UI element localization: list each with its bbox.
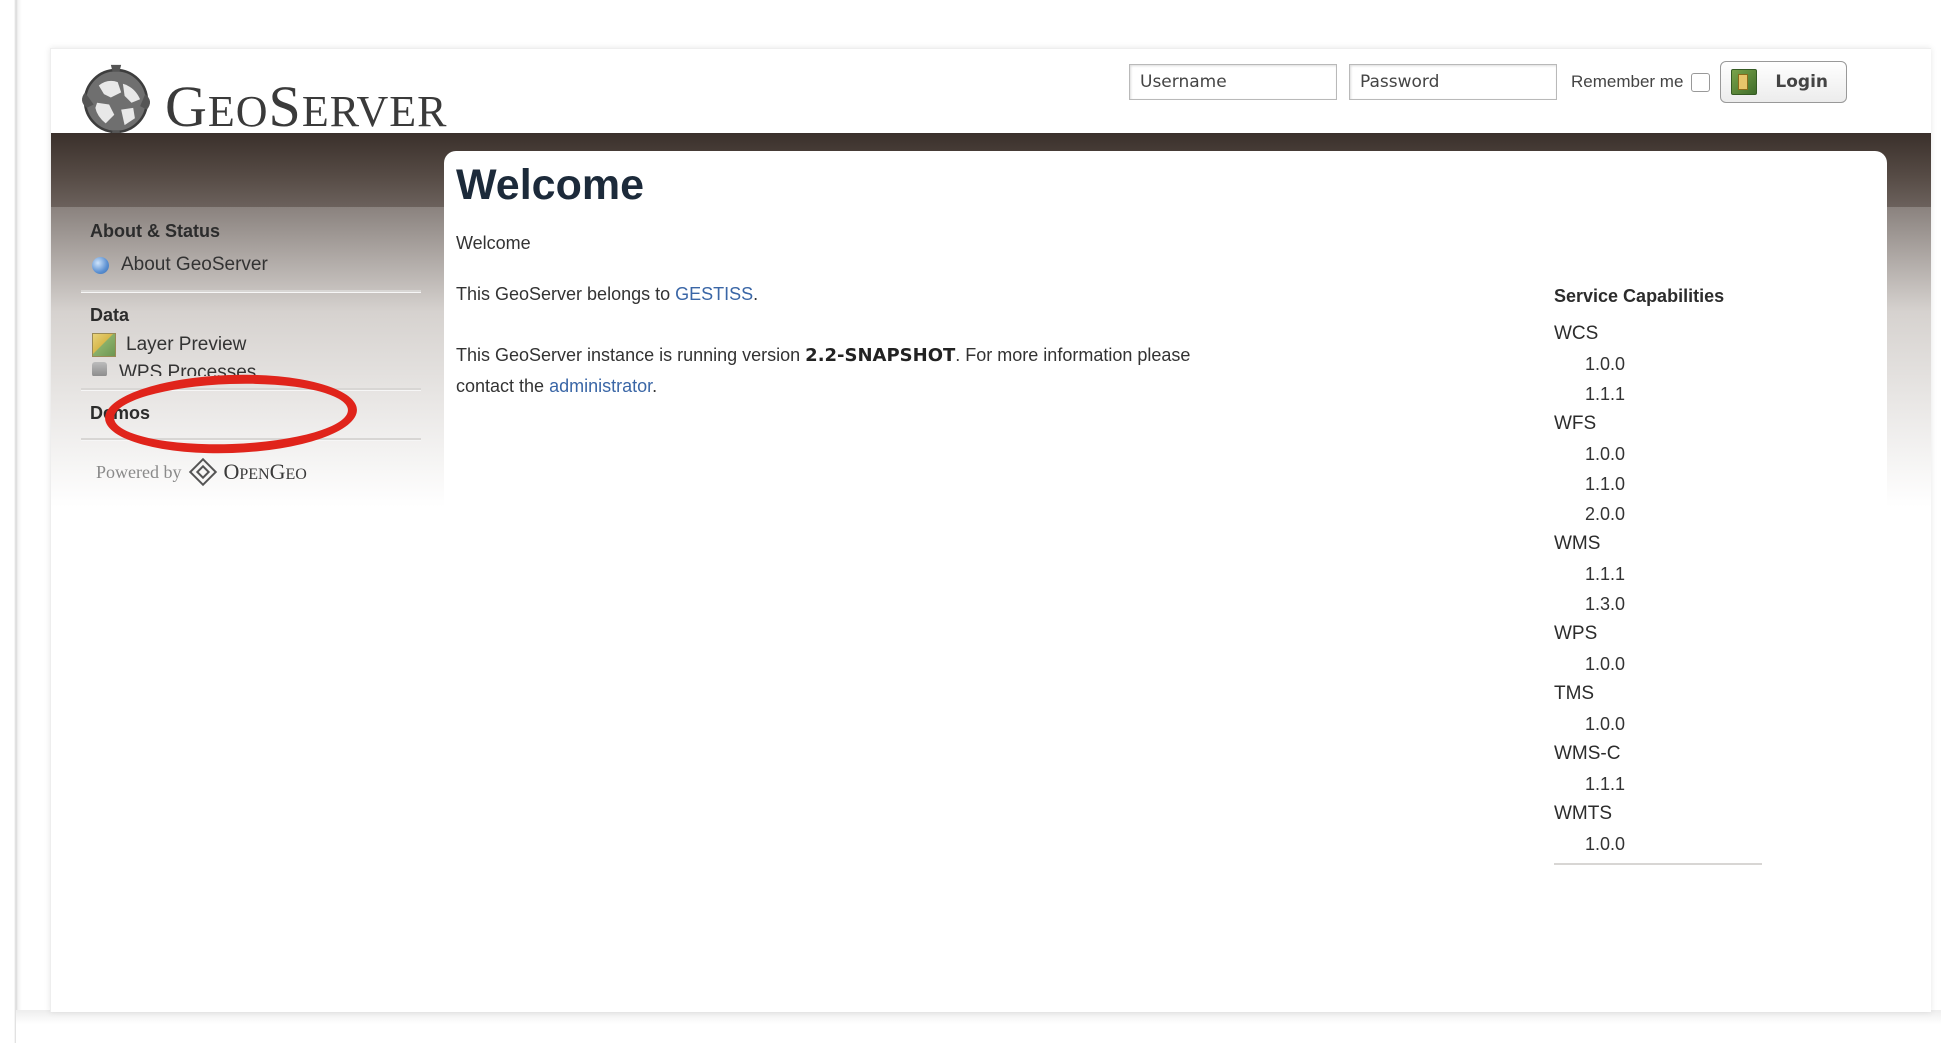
capability-service-wfs: WFS	[1554, 413, 1597, 434]
login-button[interactable]: Login	[1720, 61, 1848, 103]
process-icon	[92, 362, 107, 376]
capability-version-link[interactable]: 1.1.1	[1554, 379, 1764, 409]
administrator-link[interactable]: administrator	[549, 376, 652, 396]
service-capabilities-list: WCS 1.0.0 1.1.1 WFS 1.0.0 1.1.0 2.0.0 WMS 1.1.1 1…	[1554, 319, 1764, 859]
globe-icon	[92, 256, 109, 274]
capability-version-link[interactable]: 1.1.1	[1554, 769, 1764, 799]
password-input[interactable]	[1349, 64, 1557, 100]
gestiss-link[interactable]: GESTISS	[675, 284, 753, 304]
capability-version-link[interactable]: 1.0.0	[1554, 709, 1764, 739]
main-content: Welcome Welcome This GeoServer belongs t…	[444, 151, 1887, 1012]
geoserver-logo[interactable]: GEOSERVER	[73, 61, 448, 141]
sidebar-item-about-geoserver[interactable]: About GeoServer	[81, 254, 421, 276]
powered-by-opengeo[interactable]: Powered by OPENGEO	[81, 457, 421, 487]
capability-service-wms-c: WMS-C	[1554, 743, 1621, 764]
belongs-text: This GeoServer belongs to GESTISS.	[456, 284, 759, 304]
screenshot-frame-edge	[0, 0, 22, 1043]
capability-version-link[interactable]: 1.0.0	[1554, 439, 1764, 469]
login-door-icon	[1731, 69, 1758, 95]
opengeo-wordmark: OPENGEO	[223, 459, 307, 484]
capability-service-wcs: WCS	[1554, 323, 1599, 344]
capability-service-wps: WPS	[1554, 623, 1598, 644]
remember-me-label: Remember me	[1571, 72, 1684, 91]
capability-service-tms: TMS	[1554, 683, 1595, 704]
welcome-text: Welcome	[456, 233, 531, 253]
opengeo-logo-icon	[189, 457, 218, 487]
capabilities-divider	[1554, 863, 1762, 865]
sidebar-divider	[81, 290, 421, 293]
powered-by-label: Powered by	[96, 461, 182, 482]
version-text: This GeoServer instance is running versi…	[456, 345, 1191, 396]
service-capabilities-title: Service Capabilities	[1554, 286, 1725, 306]
login-button-label: Login	[1775, 72, 1829, 92]
capability-version-link[interactable]: 1.0.0	[1554, 349, 1764, 379]
sidebar-item-label: Layer Preview	[126, 334, 247, 355]
capability-version-link[interactable]: 1.0.0	[1554, 649, 1764, 679]
capability-version-link[interactable]: 1.3.0	[1554, 589, 1764, 619]
sidebar-item-label: About GeoServer	[121, 254, 268, 275]
service-capabilities-panel: Service Capabilities WCS 1.0.0 1.1.1 WFS 1.0…	[1554, 281, 1764, 865]
capability-version-link[interactable]: 1.0.0	[1554, 829, 1764, 859]
screenshot-frame-bottom	[16, 1010, 1941, 1043]
layer-preview-icon	[92, 333, 116, 357]
sidebar-heading-about-status: About & Status	[90, 221, 220, 241]
capability-service-wms: WMS	[1554, 533, 1601, 554]
geoserver-page: GEOSERVER Remember me Login About & Stat…	[50, 48, 1931, 1012]
login-form: Remember me Login	[1129, 61, 1848, 103]
remember-me-checkbox[interactable]	[1691, 72, 1711, 92]
page-title: Welcome	[456, 161, 644, 209]
sidebar-heading-data: Data	[90, 305, 130, 325]
header: GEOSERVER Remember me Login	[51, 49, 1931, 139]
geoserver-wordmark: GEOSERVER	[165, 73, 448, 139]
capability-service-wmts: WMTS	[1554, 803, 1613, 824]
geoserver-globe-icon	[81, 64, 151, 139]
capability-version-link[interactable]: 1.1.1	[1554, 559, 1764, 589]
capability-version-link[interactable]: 1.1.0	[1554, 469, 1764, 499]
username-input[interactable]	[1129, 64, 1337, 100]
capability-version-link[interactable]: 2.0.0	[1554, 499, 1764, 529]
sidebar-item-layer-preview[interactable]: Layer Preview	[81, 333, 421, 357]
version-value: 2.2-SNAPSHOT	[805, 345, 956, 366]
